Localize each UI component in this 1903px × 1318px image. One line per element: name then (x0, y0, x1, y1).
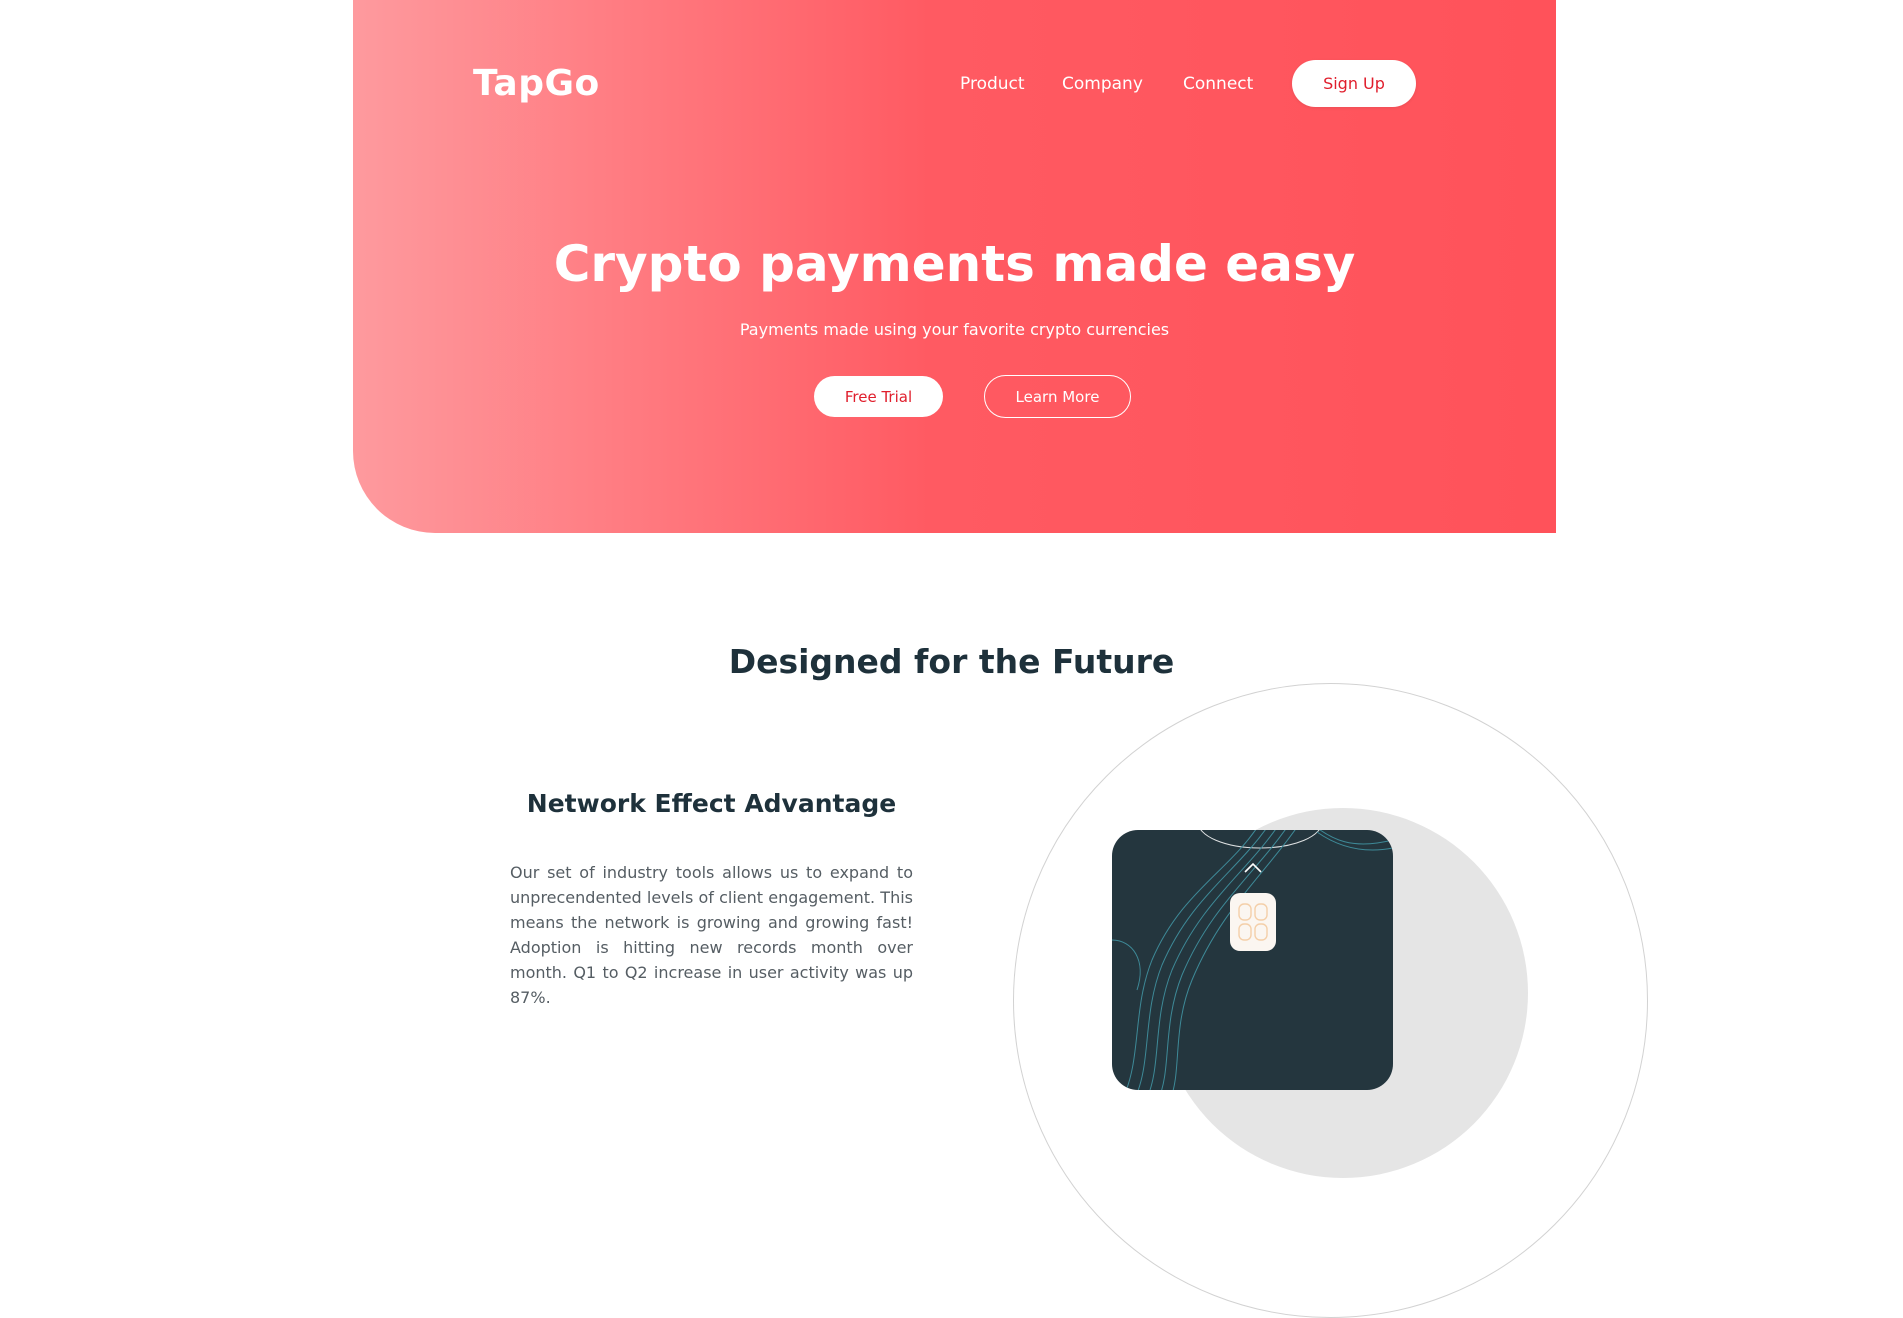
card-illustration (1013, 683, 1648, 1318)
free-trial-button[interactable]: Free Trial (814, 376, 943, 417)
nav-link-connect[interactable]: Connect (1183, 72, 1253, 96)
feature-heading: Network Effect Advantage (526, 789, 897, 818)
chip-pattern (1238, 903, 1268, 941)
card-chip-icon (1230, 893, 1276, 951)
sign-up-button[interactable]: Sign Up (1292, 60, 1416, 107)
hero-banner: TapGo Product Company Connect Sign Up Cr… (353, 0, 1556, 533)
feature-description: Our set of industry tools allows us to e… (510, 863, 913, 1007)
learn-more-button[interactable]: Learn More (984, 375, 1131, 418)
main-navigation: Product Company Connect Sign Up (353, 60, 1556, 108)
nav-link-company[interactable]: Company (1062, 72, 1143, 96)
hero-title: Crypto payments made easy (553, 235, 1356, 293)
section-title: Designed for the Future (728, 642, 1175, 681)
payment-card-graphic (1112, 830, 1393, 1090)
hero-subtitle: Payments made using your favorite crypto… (739, 320, 1170, 339)
nav-link-product[interactable]: Product (960, 72, 1025, 96)
chevron-up-icon (1244, 862, 1262, 873)
